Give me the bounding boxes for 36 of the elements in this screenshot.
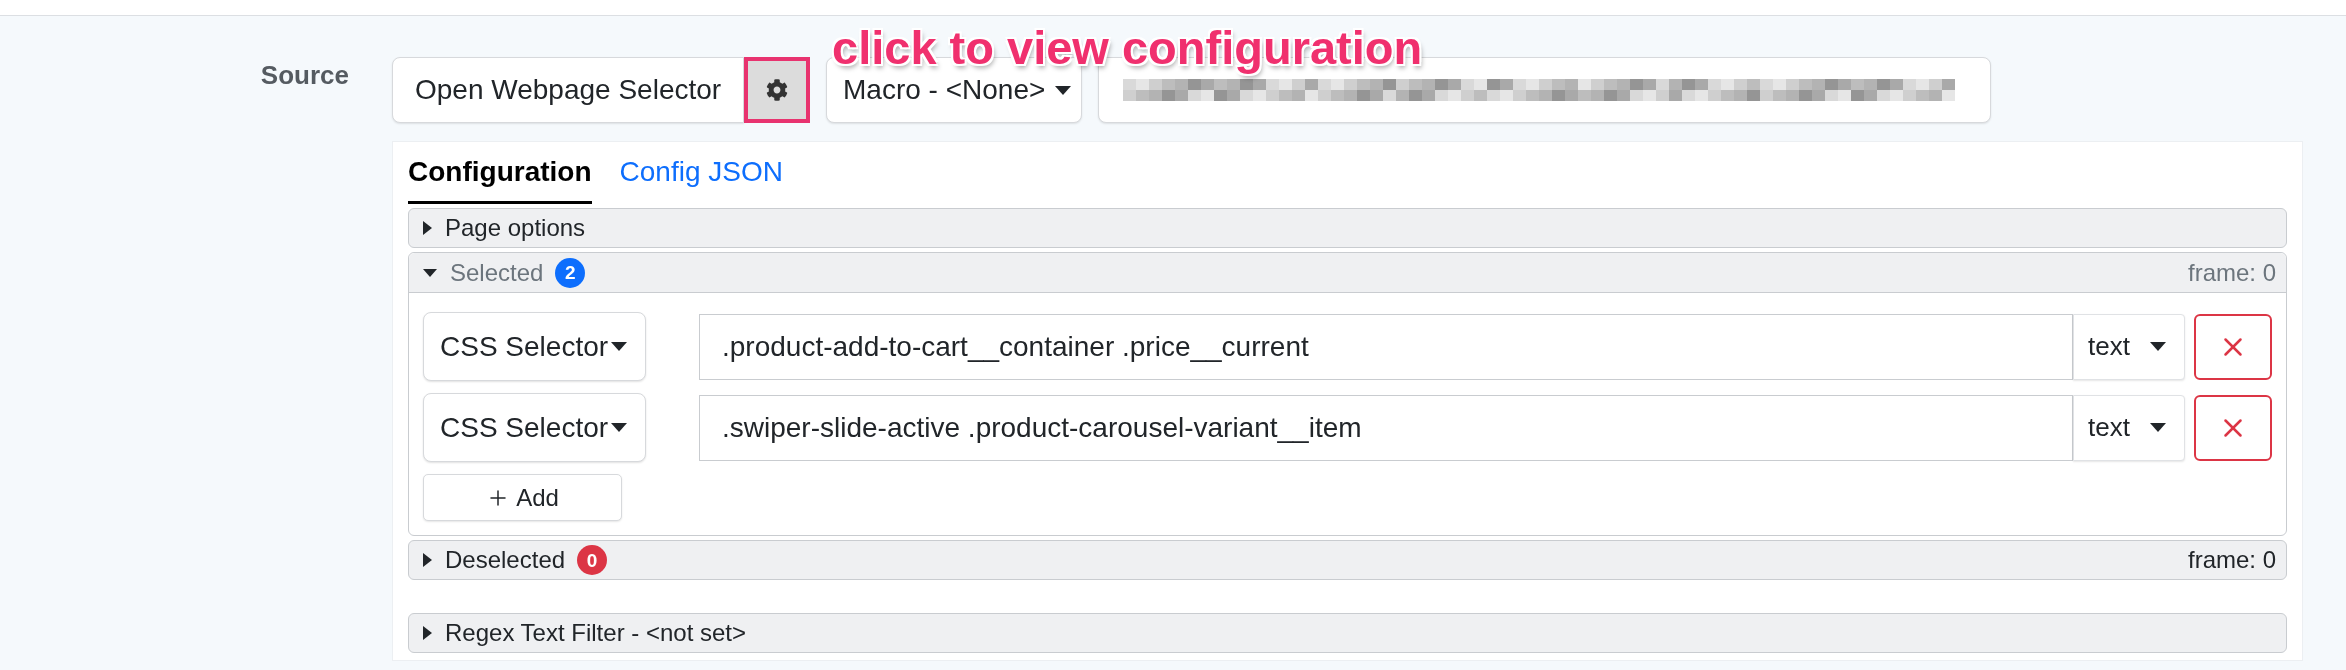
count-badge: 2 (555, 257, 586, 288)
section-title: Selected (450, 258, 544, 287)
accordion-header[interactable]: Page options (408, 208, 2287, 248)
caret-right-icon (423, 221, 432, 235)
method-dropdown[interactable]: CSS Selector (423, 312, 646, 381)
caret-down-icon (2150, 342, 2166, 351)
tab[interactable]: Config JSON (619, 156, 783, 204)
source-label: Source (260, 60, 349, 90)
frame-label: frame: 0 (2187, 546, 2276, 574)
tab[interactable]: Configuration (408, 156, 592, 204)
caret-down-icon (611, 423, 627, 432)
section-title: Deselected (445, 546, 566, 574)
accordion-header[interactable]: Selected 2 frame: 0 (409, 253, 2286, 293)
selector-field[interactable]: .product-add-to-cart__container .price__current (699, 313, 2073, 380)
add-button[interactable]: Add (423, 474, 622, 521)
caret-down-icon (423, 268, 437, 277)
delete-button[interactable] (2194, 394, 2272, 461)
caret-down-icon (611, 342, 627, 351)
caret-right-icon (423, 553, 432, 567)
section-title: Page options (445, 214, 586, 242)
count-badge: 0 (577, 545, 608, 575)
output-select[interactable]: text (2073, 394, 2185, 461)
open-selector-button[interactable]: Open Webpage Selector (392, 57, 744, 123)
delete-button[interactable] (2194, 313, 2272, 380)
section-title: Regex Text Filter - <not set> (445, 619, 747, 647)
caret-right-icon (423, 626, 432, 640)
frame-label: frame: 0 (2187, 258, 2276, 287)
caret-down-icon (2150, 423, 2166, 432)
accordion-header[interactable]: Regex Text Filter - <not set> (408, 613, 2287, 653)
caret-down-icon (1055, 85, 1072, 95)
method-dropdown[interactable]: CSS Selector (423, 393, 646, 462)
output-select[interactable]: text (2073, 313, 2185, 380)
settings-icon (766, 79, 788, 101)
selector-field[interactable]: .swiper-slide-active .product-carousel-variant__item (699, 394, 2073, 461)
accordion-header[interactable]: Deselected 0 frame: 0 (408, 540, 2287, 580)
settings-button[interactable] (744, 57, 810, 123)
